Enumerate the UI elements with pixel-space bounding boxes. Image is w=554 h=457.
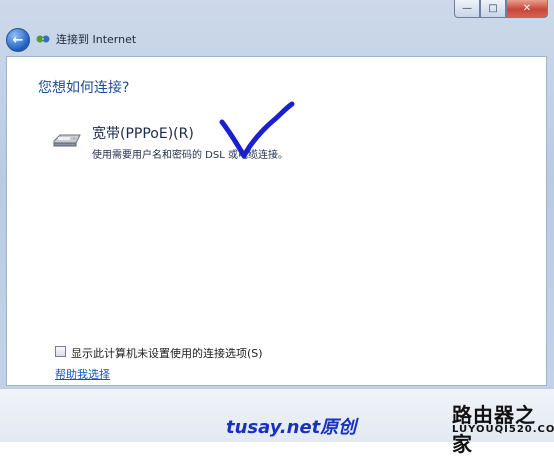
maximize-button[interactable]: □ xyxy=(480,0,506,18)
navigation-bar: ← 连接到 Internet xyxy=(0,24,554,54)
title-bar: — □ ✕ xyxy=(0,0,554,24)
watermark-text: tusay.net原创 xyxy=(226,417,357,438)
network-icon xyxy=(36,35,50,43)
window-frame: — □ ✕ ← 连接到 Internet 您想如何连接? 宽带(PPPoE)(R… xyxy=(0,0,554,456)
site-logo: 路由器之家 LUYOUQI520.COM xyxy=(450,395,554,456)
page-title: 您想如何连接? xyxy=(38,80,130,96)
show-unsetup-checkbox[interactable] xyxy=(55,346,66,357)
minimize-button[interactable]: — xyxy=(454,0,480,18)
option-title: 宽带(PPPoE)(R) xyxy=(92,126,194,142)
handdrawn-checkmark xyxy=(219,101,295,159)
logo-english: LUYOUQI520.COM xyxy=(452,424,554,435)
close-button[interactable]: ✕ xyxy=(506,0,548,18)
help-me-choose-link[interactable]: 帮助我选择 xyxy=(55,366,110,382)
caption-buttons: — □ ✕ xyxy=(454,0,548,18)
window-title: 连接到 Internet xyxy=(56,33,137,46)
bottom-bar: tusay.net原创 路由器之家 LUYOUQI520.COM xyxy=(0,388,554,456)
show-unsetup-label: 显示此计算机未设置使用的连接选项(S) xyxy=(71,347,263,360)
back-button[interactable]: ← xyxy=(6,28,30,52)
modem-icon xyxy=(53,134,81,147)
